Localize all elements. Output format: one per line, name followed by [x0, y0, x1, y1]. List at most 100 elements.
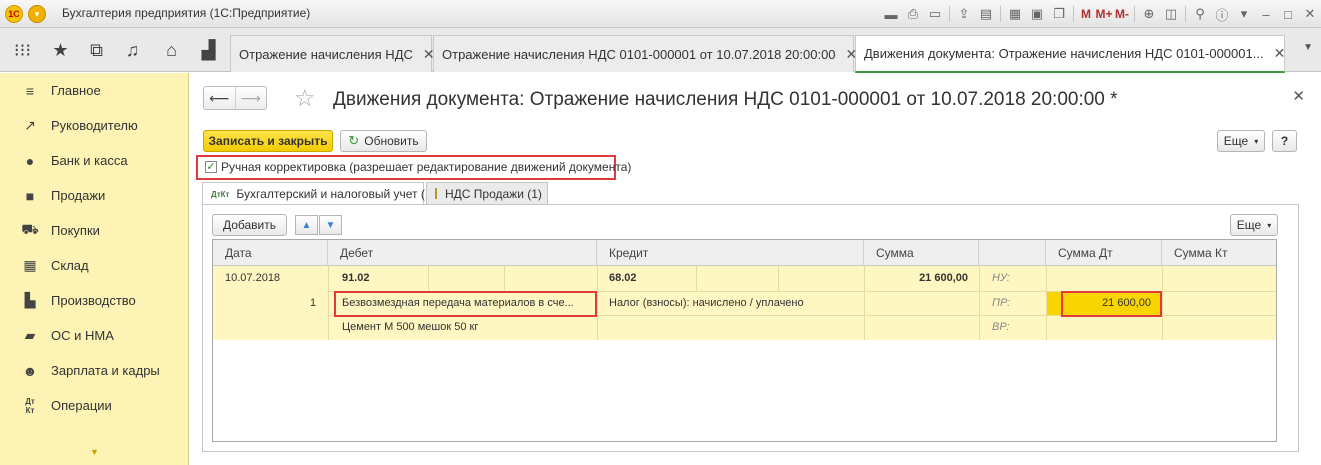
- sidebar-item-label: Банк и касса: [51, 153, 128, 168]
- cell-vr-label: ВР:: [992, 321, 1010, 333]
- minimize-icon[interactable]: –: [1255, 4, 1277, 24]
- sidebar: ≡ Главное ↗ Руководителю ● Банк и касса …: [0, 73, 189, 465]
- help-button[interactable]: ?: [1272, 130, 1297, 152]
- calendar-icon[interactable]: ▣: [1026, 4, 1048, 24]
- tab-document-1[interactable]: Отражение начисления НДС ✕: [230, 35, 435, 72]
- info-icon[interactable]: ⓘ: [1211, 4, 1233, 24]
- truck-icon: ▰: [24, 327, 36, 343]
- menu-icon: ≡: [25, 82, 35, 99]
- column-header-debit[interactable]: Дебет: [328, 240, 597, 266]
- column-header-amount-kt[interactable]: Сумма Кт: [1162, 240, 1276, 266]
- chart-trend-icon: ↗: [24, 117, 36, 133]
- refresh-button[interactable]: ↻ Обновить: [340, 130, 427, 152]
- sidebar-item-purchases[interactable]: ⛟ Покупки: [0, 213, 189, 248]
- home-icon[interactable]: ⌂: [153, 28, 190, 72]
- favorite-star-icon[interactable]: ☆: [294, 84, 316, 113]
- sidebar-item-fixed-assets[interactable]: ▰ ОС и НМА: [0, 318, 189, 353]
- user-icon[interactable]: ⚲: [1189, 4, 1211, 24]
- tab-label: Отражение начисления НДС: [239, 46, 413, 62]
- cell-credit-subconto-1: Налог (взносы): начислено / уплачено: [609, 297, 804, 309]
- column-header-blank[interactable]: [979, 240, 1046, 266]
- cell-date: 10.07.2018: [225, 272, 281, 284]
- move-down-button[interactable]: ▼: [319, 215, 342, 235]
- cell-amount: 21 600,00: [919, 272, 968, 284]
- windows-icon[interactable]: ▟: [190, 28, 227, 72]
- refresh-label: Обновить: [364, 134, 419, 148]
- more-label: Еще: [1236, 218, 1262, 232]
- person-icon: ☻: [22, 362, 38, 379]
- copy-icon[interactable]: ❐: [1048, 4, 1070, 24]
- sidebar-item-salary[interactable]: ☻ Зарплата и кадры: [0, 353, 189, 388]
- back-arrow-icon[interactable]: ⟵: [204, 87, 235, 109]
- title-bar: 1С ▾ Бухгалтерия предприятия (1С:Предпри…: [0, 0, 1321, 28]
- sidebar-item-manager[interactable]: ↗ Руководителю: [0, 108, 189, 143]
- close-icon[interactable]: ✕: [1299, 4, 1321, 24]
- cell-pr-label: ПР:: [992, 297, 1011, 309]
- more-button[interactable]: Еще ▾: [1217, 130, 1265, 152]
- sidebar-item-operations[interactable]: Дт Кт Операции: [0, 388, 189, 423]
- cell-nu-label: НУ:: [992, 272, 1010, 284]
- column-header-date[interactable]: Дата: [213, 240, 328, 266]
- print-icon[interactable]: ⎙: [902, 4, 924, 24]
- preview-icon[interactable]: ▭: [924, 4, 946, 24]
- bell-icon[interactable]: ♫: [114, 28, 151, 72]
- manual-correction-checkbox[interactable]: ✓: [205, 161, 217, 173]
- apps-grid-icon[interactable]: ⁝⁝⁝: [4, 28, 41, 72]
- memory-icon[interactable]: M: [1077, 4, 1095, 24]
- tab-document-movements[interactable]: Движения документа: Отражение начисления…: [855, 35, 1285, 73]
- nav-arrows: ⟵ ⟶: [203, 86, 267, 110]
- sidebar-item-bank[interactable]: ● Банк и касса: [0, 143, 189, 178]
- caret-down-icon: ▾: [1267, 220, 1272, 230]
- grid-more-button[interactable]: Еще ▾: [1230, 214, 1278, 236]
- tab-accounting[interactable]: ДтКт Бухгалтерский и налоговый учет (1): [202, 182, 436, 205]
- cell-debit-account: 91.02: [342, 272, 370, 284]
- forward-arrow-icon[interactable]: ⟶: [234, 87, 267, 109]
- history-icon[interactable]: ⧉: [78, 28, 115, 72]
- highlight-amount-dt: [1061, 291, 1162, 317]
- sidebar-item-sales[interactable]: ■ Продажи: [0, 178, 189, 213]
- tabs-dropdown-icon[interactable]: ▼: [1303, 42, 1313, 53]
- tab-label: Движения документа: Отражение начисления…: [864, 46, 1264, 61]
- arrow-down-icon: ▼: [325, 219, 336, 231]
- sidebar-item-warehouse[interactable]: ▦ Склад: [0, 248, 189, 283]
- dt-kt-icon: ДтКт: [211, 189, 230, 199]
- upload-icon[interactable]: ⇪: [953, 4, 975, 24]
- memory-minus-icon[interactable]: M-: [1113, 4, 1131, 24]
- main-menu-button[interactable]: ▾: [28, 5, 46, 23]
- caret-down-icon: ▾: [1254, 136, 1259, 146]
- panels-icon[interactable]: ◫: [1160, 4, 1182, 24]
- tab-vat-sales[interactable]: НДС Продажи (1): [426, 182, 548, 204]
- sidebar-item-label: Производство: [51, 293, 136, 308]
- save-and-close-button[interactable]: Записать и закрыть: [203, 130, 333, 152]
- star-icon[interactable]: ★: [42, 28, 79, 72]
- warehouse-icon: ▦: [23, 257, 37, 273]
- close-icon[interactable]: ✕: [1274, 45, 1286, 62]
- sidebar-scroll-down-icon[interactable]: ▼: [90, 447, 99, 457]
- sidebar-item-label: Зарплата и кадры: [51, 363, 160, 378]
- sidebar-item-production[interactable]: ▙ Производство: [0, 283, 189, 318]
- highlight-debit-subconto: [334, 291, 597, 317]
- chevron-down-icon[interactable]: ▾: [1233, 4, 1255, 24]
- title-toolbar: ▬ ⎙ ▭ ⇪ ▤ ▦ ▣ ❐ M M+ M- ⊕ ◫ ⚲ ⓘ ▾ – □ ✕: [880, 4, 1321, 24]
- cart-icon: ⛟: [21, 221, 39, 237]
- close-form-icon[interactable]: ✕: [1292, 87, 1305, 105]
- calculator-icon[interactable]: ▦: [1004, 4, 1026, 24]
- move-up-button[interactable]: ▲: [295, 215, 318, 235]
- more-label: Еще: [1223, 134, 1249, 148]
- maximize-icon[interactable]: □: [1277, 4, 1299, 24]
- arrow-up-icon: ▲: [301, 219, 312, 231]
- column-header-amount-dt[interactable]: Сумма Дт: [1046, 240, 1162, 266]
- memory-plus-icon[interactable]: M+: [1095, 4, 1113, 24]
- add-button[interactable]: Добавить: [212, 214, 287, 236]
- zoom-icon[interactable]: ⊕: [1138, 4, 1160, 24]
- tab-label: Отражение начисления НДС 0101-000001 от …: [442, 46, 836, 62]
- save-icon[interactable]: ▬: [880, 4, 902, 24]
- 1c-logo-icon: 1С: [5, 5, 23, 23]
- tab-document-2[interactable]: Отражение начисления НДС 0101-000001 от …: [433, 35, 857, 72]
- sidebar-item-main[interactable]: ≡ Главное: [0, 73, 189, 108]
- column-header-amount[interactable]: Сумма: [864, 240, 979, 266]
- manual-correction-label: Ручная корректировка (разрешает редактир…: [221, 160, 632, 174]
- column-header-credit[interactable]: Кредит: [597, 240, 864, 266]
- attach-icon[interactable]: ▤: [975, 4, 997, 24]
- sidebar-item-label: Руководителю: [51, 118, 138, 133]
